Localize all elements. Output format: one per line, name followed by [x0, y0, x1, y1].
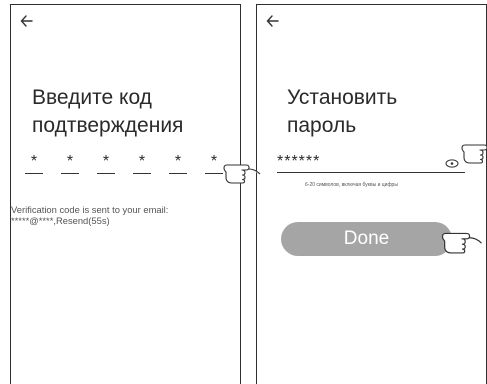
digit-underline [205, 173, 223, 174]
set-password-screen: Установить пароль ****** 6-20 символов, … [256, 4, 487, 384]
code-digit-box[interactable]: * [169, 152, 187, 176]
password-value: ****** [277, 153, 321, 170]
digit-underline [25, 173, 43, 174]
title-line: Установить [287, 86, 398, 109]
digit-underline [169, 173, 187, 174]
code-digit: * [102, 153, 110, 170]
page-title: Установить пароль [287, 84, 397, 140]
digit-underline [97, 173, 115, 174]
title-line: пароль [287, 114, 357, 137]
pointing-hand-icon [441, 232, 482, 254]
code-digit-box[interactable]: * [205, 152, 223, 176]
verification-code-input[interactable]: * * * * * * [25, 152, 225, 176]
code-digit-box[interactable]: * [97, 152, 115, 176]
done-button[interactable]: Done [281, 222, 452, 256]
pointing-hand-icon [461, 144, 487, 164]
eye-icon[interactable] [445, 159, 459, 168]
back-arrow-icon[interactable] [266, 13, 280, 29]
title-line: Введите код [32, 86, 152, 109]
digit-underline [133, 173, 151, 174]
page-title: Введите код подтверждения [32, 84, 183, 140]
back-arrow-icon[interactable] [20, 13, 34, 29]
verification-screen: Введите код подтверждения * * * * * * Ve [10, 4, 241, 384]
code-digit-box[interactable]: * [61, 152, 79, 176]
digit-underline [61, 173, 79, 174]
info-line: Verification code is sent to your email: [11, 204, 169, 215]
title-line: подтверждения [32, 114, 184, 137]
password-field[interactable]: ****** [277, 154, 465, 173]
code-digit: * [66, 153, 74, 170]
code-digit: * [30, 153, 38, 170]
password-hint: 6-20 символов, включая буквы и цифры [305, 182, 398, 188]
code-digit-box[interactable]: * [133, 152, 151, 176]
code-digit: * [174, 153, 182, 170]
code-digit: * [138, 153, 146, 170]
pointing-hand-icon [223, 164, 261, 184]
code-digit: * [210, 153, 218, 170]
resend-link[interactable]: *****@****,Resend(55s) [11, 215, 242, 226]
code-digit-box[interactable]: * [25, 152, 43, 176]
verification-info: Verification code is sent to your email:… [11, 204, 242, 226]
